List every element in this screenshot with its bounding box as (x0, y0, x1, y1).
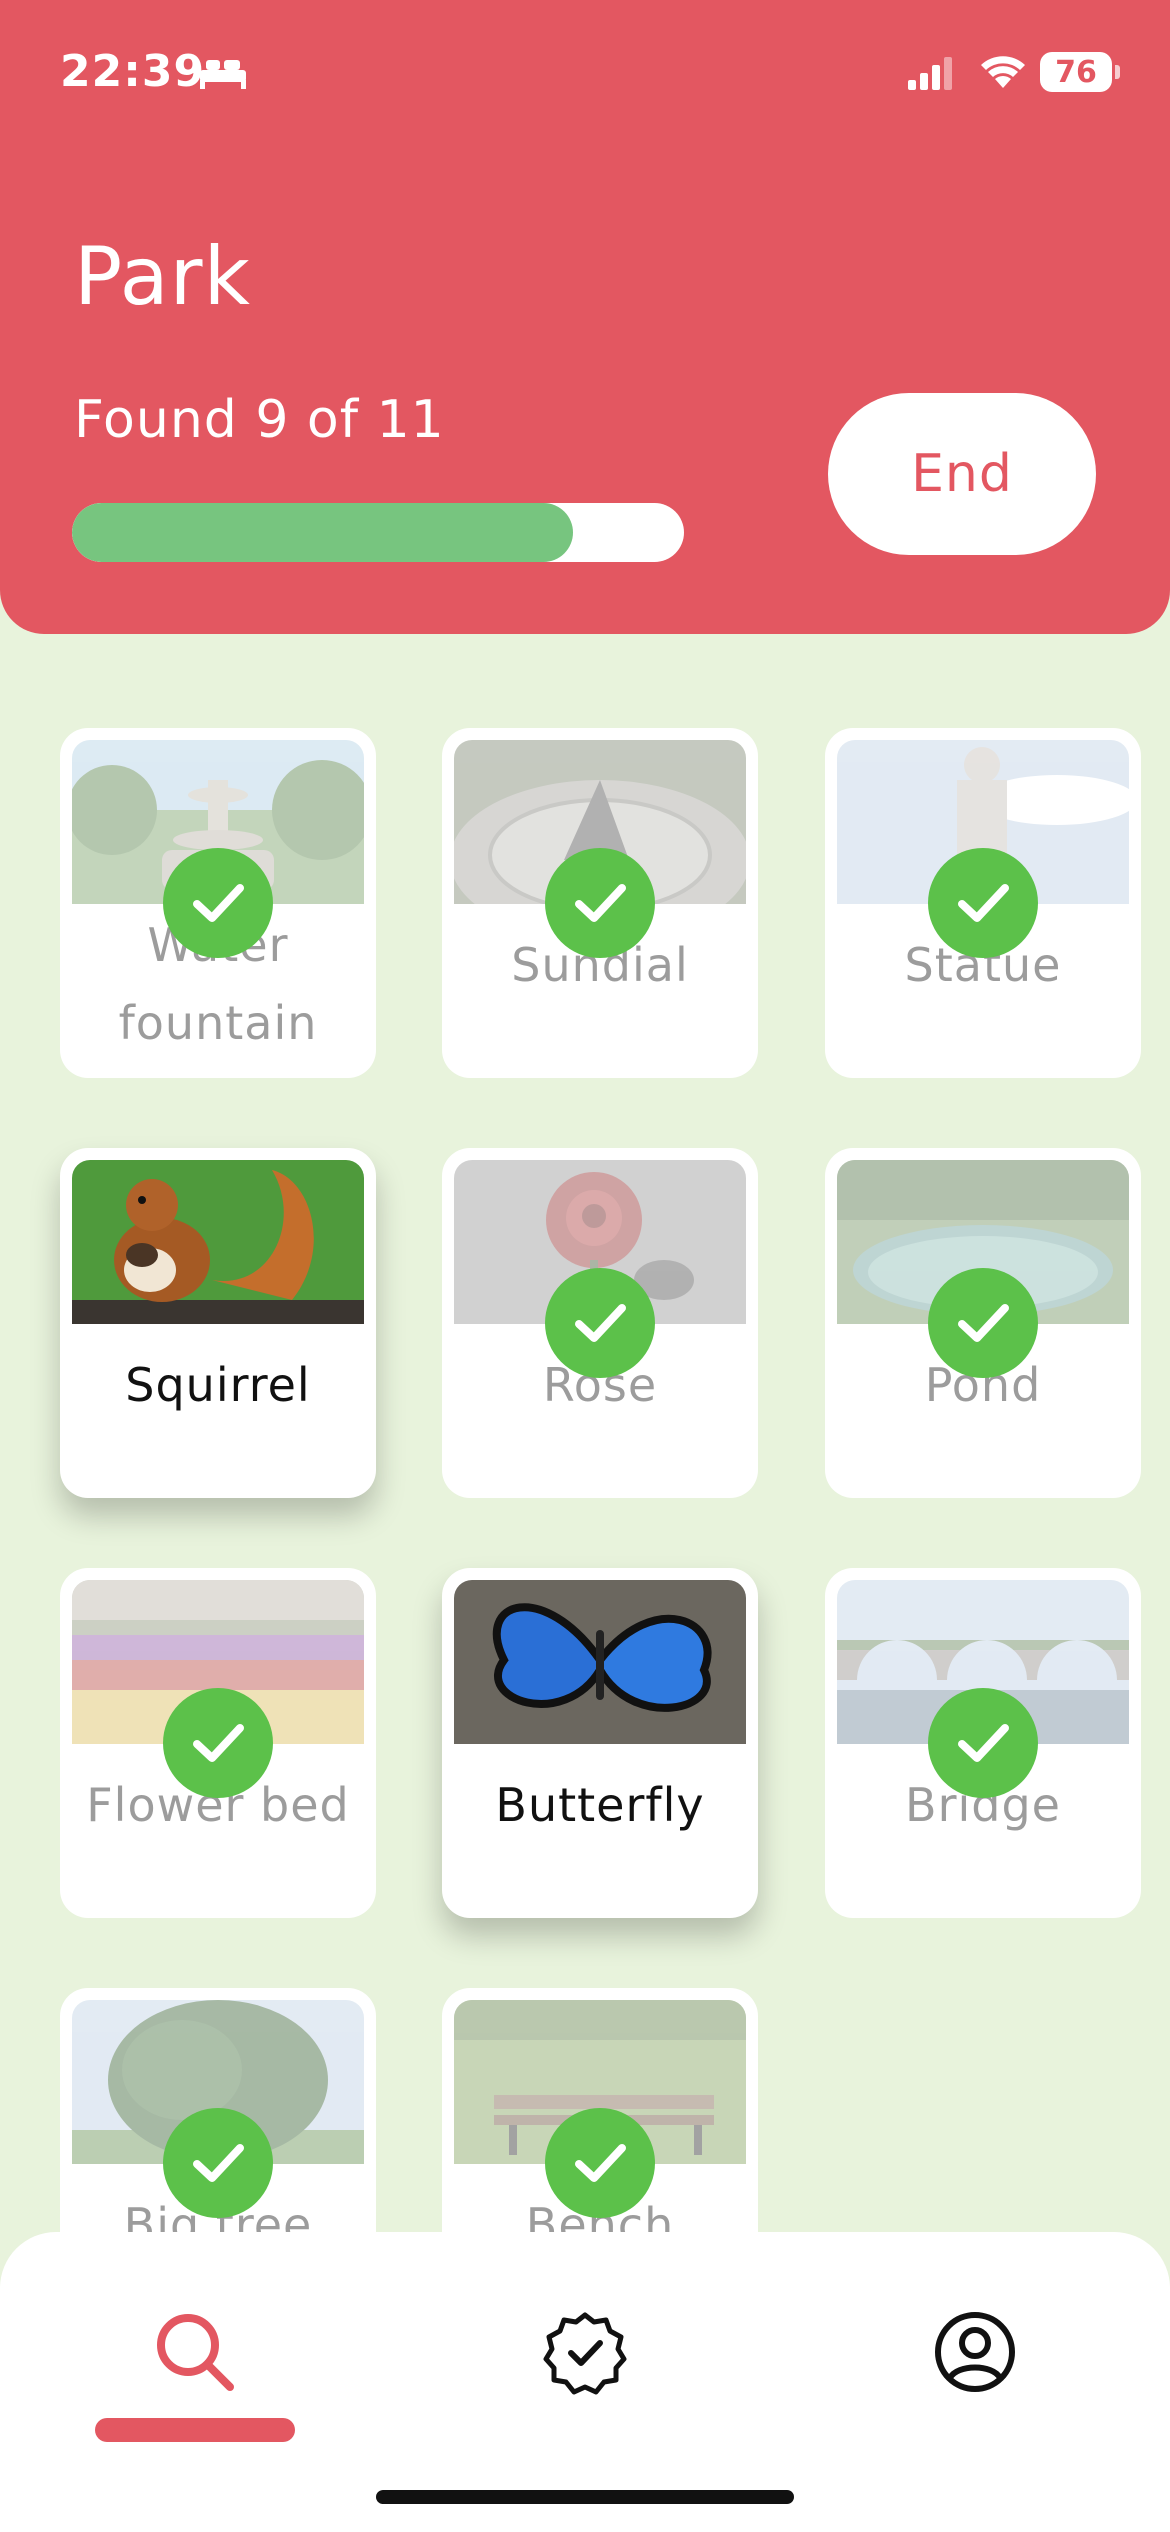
progress-bar (72, 503, 684, 562)
found-check-icon (928, 848, 1038, 958)
bottom-nav (0, 2232, 1170, 2532)
nav-profile[interactable] (915, 2292, 1035, 2412)
nav-achievements[interactable] (525, 2292, 645, 2412)
status-bar: 22:39 76 (0, 0, 1170, 150)
found-check-icon (928, 1268, 1038, 1378)
item-card[interactable]: Water fountain (60, 728, 376, 1078)
wifi-icon (978, 52, 1028, 94)
item-card[interactable]: Squirrel (60, 1148, 376, 1498)
battery-indicator: 76 (1040, 52, 1120, 92)
cellular-signal-icon (906, 56, 956, 94)
item-label: Squirrel (125, 1358, 311, 1412)
found-check-icon (545, 848, 655, 958)
page-title: Park (74, 230, 251, 323)
found-check-icon (163, 848, 273, 958)
item-card[interactable]: Butterfly (442, 1568, 758, 1918)
end-button[interactable]: End (828, 393, 1096, 555)
found-check-icon (928, 1688, 1038, 1798)
item-card[interactable]: Pond (825, 1148, 1141, 1498)
item-image (72, 1160, 364, 1324)
header: 22:39 76 Park Found 9 of 11 End (0, 0, 1170, 634)
active-tab-indicator (95, 2418, 295, 2442)
item-card[interactable]: Bridge (825, 1568, 1141, 1918)
nav-search[interactable] (135, 2292, 255, 2412)
item-card[interactable]: Statue (825, 728, 1141, 1078)
status-time: 22:39 (60, 46, 206, 97)
found-check-icon (545, 2108, 655, 2218)
item-card[interactable]: Sundial (442, 728, 758, 1078)
badge-check-icon (543, 2312, 627, 2395)
found-check-icon (163, 2108, 273, 2218)
item-image (454, 1580, 746, 1744)
progress-text: Found 9 of 11 (74, 390, 445, 450)
item-card[interactable]: Rose (442, 1148, 758, 1498)
item-card[interactable]: Flower bed (60, 1568, 376, 1918)
progress-bar-fill (72, 503, 573, 562)
found-check-icon (545, 1268, 655, 1378)
bed-icon (198, 56, 248, 94)
found-check-icon (163, 1688, 273, 1798)
search-icon (157, 2314, 234, 2391)
user-profile-icon (935, 2312, 1015, 2392)
item-label: Butterfly (495, 1778, 705, 1832)
home-indicator (376, 2490, 794, 2504)
